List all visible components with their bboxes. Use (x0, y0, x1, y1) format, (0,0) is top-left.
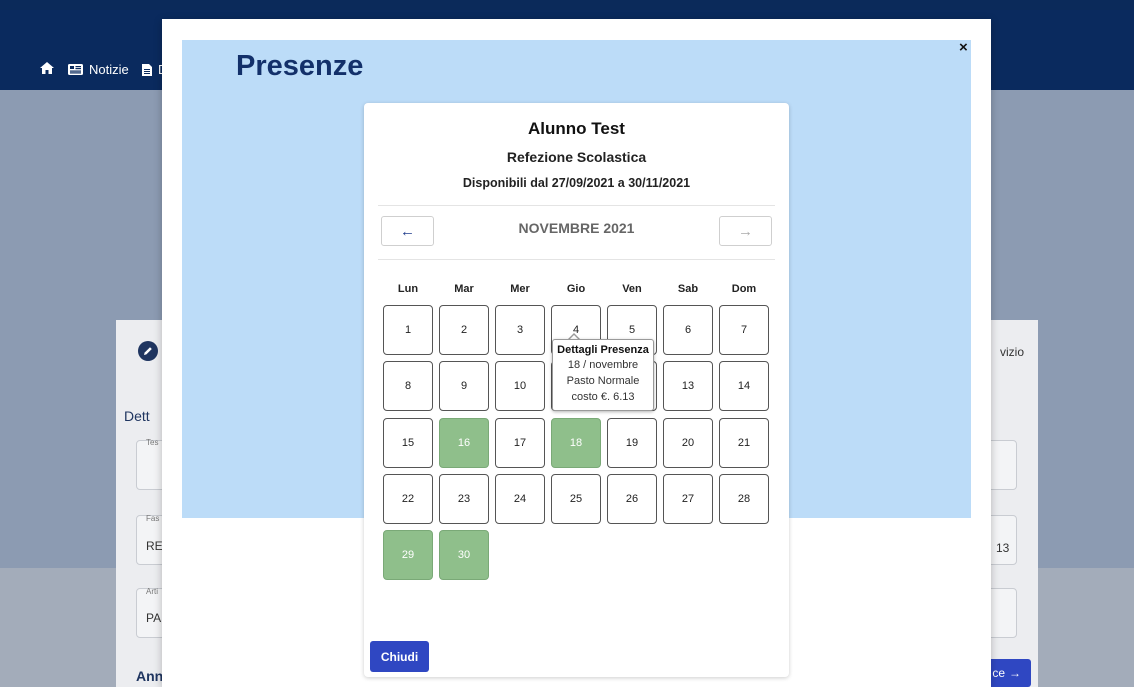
calendar-day[interactable]: 3 (495, 305, 545, 355)
calendar-day[interactable]: 2 (439, 305, 489, 355)
background-field-3-value: PA (146, 611, 162, 625)
calendar-day[interactable]: 27 (663, 474, 713, 524)
calendar-day[interactable]: 8 (383, 361, 433, 411)
service-name: Refezione Scolastica (506, 149, 647, 165)
calendar-day[interactable]: 25 (551, 474, 601, 524)
weekday-label: Mer (510, 283, 530, 295)
calendar-day-present[interactable]: 18 (551, 418, 601, 468)
arrow-right-icon: → (738, 222, 753, 240)
next-month-button[interactable]: → (719, 216, 772, 246)
close-icon[interactable]: × (959, 39, 968, 56)
background-field-2-value: RE (146, 539, 163, 553)
weekday-label: Lun (397, 283, 419, 295)
document-icon (142, 63, 152, 76)
background-servizio-label: vizio (1000, 345, 1025, 359)
calendar-day[interactable]: 22 (383, 474, 433, 524)
calendar-day[interactable]: 21 (719, 418, 769, 468)
calendar-day[interactable]: 28 (719, 474, 769, 524)
calendar-day[interactable]: 20 (663, 418, 713, 468)
calendar-day[interactable]: 10 (495, 361, 545, 411)
calendar-day-present[interactable]: 30 (439, 530, 489, 580)
calendar-day[interactable]: 17 (495, 418, 545, 468)
calendar-day[interactable]: 14 (719, 361, 769, 411)
arrow-right-icon: → (1009, 666, 1021, 680)
calendar-day[interactable]: 1 (383, 305, 433, 355)
divider-bottom (378, 259, 775, 260)
background-section-title: Dett (124, 408, 150, 424)
calendar-day[interactable]: 24 (495, 474, 545, 524)
calendar-day[interactable]: 9 (439, 361, 489, 411)
chiudi-button[interactable]: Chiudi (370, 641, 429, 672)
nav-notizie[interactable]: Notizie (68, 62, 129, 77)
calendar-day[interactable]: 15 (383, 418, 433, 468)
calendar-day-present[interactable]: 16 (439, 418, 489, 468)
calendar-day[interactable]: 7 (719, 305, 769, 355)
background-field-2-label: Fas (146, 514, 160, 523)
divider-top (378, 205, 775, 206)
calendar-day[interactable]: 23 (439, 474, 489, 524)
weekday-label: Sab (677, 283, 699, 295)
calendar-day-present[interactable]: 29 (383, 530, 433, 580)
calendar-day[interactable]: 19 (607, 418, 657, 468)
tooltip-meal: Pasto Normale (566, 375, 640, 387)
calendar-day[interactable]: 13 (663, 361, 713, 411)
background-field-2-right-value: 13 (996, 541, 1010, 555)
background-field-1-label: Tes (146, 438, 159, 447)
background-field-3-label: Arti (146, 587, 158, 596)
nav-home[interactable] (40, 62, 54, 74)
availability-range: Disponibili dal 27/09/2021 a 30/11/2021 (462, 176, 691, 190)
newspaper-icon (68, 64, 83, 75)
presence-details-tooltip: Dettagli Presenza 18 / novembre Pasto No… (552, 339, 654, 411)
nav-notizie-label: Notizie (89, 62, 129, 77)
student-name: Alunno Test (528, 119, 625, 138)
modal-title: Presenze (236, 50, 364, 82)
weekday-label: Ven (622, 283, 642, 295)
home-icon (40, 62, 54, 74)
calendar-card: Alunno Test Refezione Scolastica Disponi… (364, 103, 789, 677)
background-next-label: ce (992, 666, 1005, 680)
top-strip (0, 0, 1134, 10)
calendar-day[interactable]: 6 (663, 305, 713, 355)
calendar-day[interactable]: 26 (607, 474, 657, 524)
weekday-label: Dom (731, 283, 757, 295)
weekday-label: Mar (454, 283, 474, 295)
tooltip-date: 18 / novembre (567, 359, 639, 371)
pencil-icon[interactable] (138, 341, 158, 361)
tooltip-title: Dettagli Presenza (557, 344, 649, 356)
weekday-label: Gio (566, 283, 586, 295)
background-ann-label: Ann (136, 668, 164, 684)
tooltip-cost: costo €. 6.13 (571, 391, 635, 403)
